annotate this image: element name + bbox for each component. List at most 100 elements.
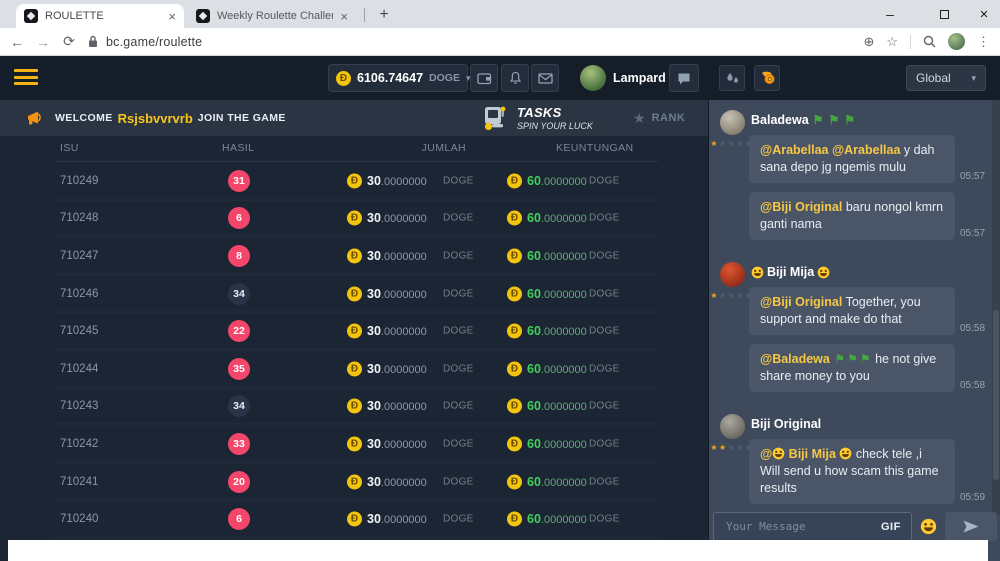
gif-button[interactable]: GIF bbox=[881, 521, 901, 533]
browser-profile-avatar[interactable] bbox=[948, 33, 965, 50]
user-mention[interactable]: Biji Mija bbox=[785, 447, 839, 461]
coin-drop-button[interactable] bbox=[754, 65, 780, 91]
bet-amount-int: 30 bbox=[367, 211, 381, 225]
profit-amount-dec: .0000000 bbox=[541, 289, 587, 301]
bet-amount-dec: .0000000 bbox=[381, 439, 427, 451]
currency-label: DOGE bbox=[443, 514, 474, 525]
profit-amount: 60.0000000 bbox=[527, 209, 587, 227]
table-row[interactable]: 7102486Ð30.0000000DOGEÐ60.0000000DOGE bbox=[0, 200, 708, 238]
rank-widget[interactable]: ★ RANK bbox=[633, 100, 685, 136]
user-mention[interactable]: @Biji Original bbox=[760, 295, 842, 309]
megaphone-icon bbox=[26, 109, 45, 127]
message-input[interactable] bbox=[724, 519, 875, 534]
window-minimize-button[interactable]: – bbox=[870, 0, 910, 28]
table-row[interactable]: 71024233Ð30.0000000DOGEÐ60.0000000DOGE bbox=[0, 425, 708, 463]
user-mention[interactable]: @Baladewa bbox=[760, 352, 833, 366]
browser-menu-icon[interactable]: ⋮ bbox=[977, 34, 990, 50]
scrollbar-thumb[interactable] bbox=[993, 310, 999, 480]
currency-label: DOGE bbox=[443, 175, 474, 186]
chat-user-name[interactable]: Biji Mija bbox=[751, 265, 988, 279]
back-button[interactable]: ← bbox=[4, 34, 30, 50]
star-empty-icon: ★ bbox=[719, 291, 728, 300]
table-row[interactable]: 71024435Ð30.0000000DOGEÐ60.0000000DOGE bbox=[0, 350, 708, 388]
user-mention[interactable]: @ bbox=[760, 447, 772, 461]
chat-toggle-button[interactable] bbox=[669, 64, 699, 92]
round-id: 710245 bbox=[60, 325, 98, 337]
messages-button[interactable] bbox=[531, 64, 559, 92]
currency-label: DOGE bbox=[589, 363, 620, 374]
search-icon[interactable] bbox=[923, 35, 936, 48]
user-mention[interactable]: @Arabellaa bbox=[832, 143, 900, 157]
tab-weekly-challenge[interactable]: Weekly Roulette Challenge - Wi × bbox=[188, 4, 356, 28]
table-row[interactable]: 71024522Ð30.0000000DOGEÐ60.0000000DOGE bbox=[0, 312, 708, 350]
window-maximize-button[interactable] bbox=[924, 0, 964, 28]
user-mention[interactable]: @Arabellaa bbox=[760, 143, 828, 157]
bet-amount-dec: .0000000 bbox=[381, 364, 427, 376]
doge-coin-icon: Ð bbox=[507, 512, 522, 527]
avatar[interactable] bbox=[720, 110, 745, 135]
profit-amount-int: 60 bbox=[527, 362, 541, 376]
chat-scrollbar[interactable] bbox=[992, 100, 1000, 515]
bet-amount-dec: .0000000 bbox=[381, 176, 427, 188]
message-content: Biji Mija @Biji Original Together, you s… bbox=[749, 262, 988, 401]
balance-selector[interactable]: Ð 6106.74647 DOGE ▾ bbox=[328, 64, 468, 92]
username: Lampard bbox=[613, 71, 666, 85]
emoji-picker-button[interactable] bbox=[920, 518, 937, 535]
avatar[interactable] bbox=[580, 65, 606, 91]
table-row[interactable]: 71024334Ð30.0000000DOGEÐ60.0000000DOGE bbox=[0, 388, 708, 426]
chat-bubble: @Baladewa ⚑⚑⚑ he not give share money to… bbox=[749, 344, 955, 392]
chat-user-name[interactable]: Biji Original bbox=[751, 417, 988, 431]
forward-button[interactable]: → bbox=[30, 34, 56, 50]
bubble-row: @Biji Original baru nongol kmrn ganti na… bbox=[749, 192, 988, 240]
bet-amount-dec: .0000000 bbox=[381, 477, 427, 489]
results-table: ISU HASIL JUMLAH KEUNTUNGAN 71024931Ð30.… bbox=[0, 136, 708, 561]
address-bar[interactable]: bc.game/roulette bbox=[88, 35, 202, 49]
reload-button[interactable]: ⟳ bbox=[56, 33, 82, 50]
bookmark-star-icon[interactable]: ☆ bbox=[886, 34, 898, 50]
user-mention[interactable]: @Biji Original bbox=[760, 200, 842, 214]
zoom-icon[interactable]: ⊕ bbox=[863, 34, 874, 50]
table-row[interactable]: 71024931Ð30.0000000DOGEÐ60.0000000DOGE bbox=[0, 162, 708, 200]
green-flag-icon: ⚑ bbox=[844, 113, 855, 127]
currency-label: DOGE bbox=[589, 514, 620, 525]
tab-close-icon[interactable]: × bbox=[168, 10, 176, 23]
profit-amount: 60.0000000 bbox=[527, 473, 587, 491]
bet-amount-dec: .0000000 bbox=[381, 326, 427, 338]
send-button[interactable] bbox=[945, 512, 997, 541]
message-input-box[interactable]: GIF bbox=[713, 512, 912, 541]
star-empty-icon: ★ bbox=[736, 139, 745, 148]
table-row[interactable]: 71024634Ð30.0000000DOGEÐ60.0000000DOGE bbox=[0, 275, 708, 313]
table-row[interactable]: 7102406Ð30.0000000DOGEÐ60.0000000DOGE bbox=[0, 500, 708, 538]
bet-amount-dec: .0000000 bbox=[381, 213, 427, 225]
laughing-emoji-icon bbox=[751, 266, 764, 279]
hamburger-menu-icon[interactable] bbox=[14, 69, 38, 89]
window-close-button[interactable]: × bbox=[964, 0, 1000, 28]
user-menu[interactable]: Lampard ▾ bbox=[580, 65, 677, 91]
notifications-button[interactable] bbox=[501, 64, 529, 92]
table-row[interactable]: 7102478Ð30.0000000DOGEÐ60.0000000DOGE bbox=[0, 237, 708, 275]
result-badge: 8 bbox=[228, 245, 250, 267]
star-empty-icon: ★ bbox=[745, 139, 754, 148]
avatar[interactable] bbox=[720, 414, 745, 439]
avatar[interactable] bbox=[720, 262, 745, 287]
message-content: Biji Original@ Biji Mija check tele ,i W… bbox=[749, 414, 988, 513]
chat-channel-selector[interactable]: Global ▾ bbox=[906, 65, 986, 91]
profit-amount-dec: .0000000 bbox=[541, 176, 587, 188]
tab-roulette[interactable]: ROULETTE × bbox=[16, 4, 184, 28]
user-rating: ★★★★★ bbox=[710, 139, 753, 148]
green-flag-icon: ⚑ bbox=[860, 352, 871, 366]
doge-coin-icon: Ð bbox=[347, 361, 362, 376]
wallet-button[interactable] bbox=[470, 64, 498, 92]
round-id: 710242 bbox=[60, 438, 98, 450]
doge-coin-icon: Ð bbox=[336, 71, 351, 86]
bcgame-favicon bbox=[24, 9, 38, 23]
green-flag-icon: ⚑ bbox=[828, 113, 839, 127]
tasks-widget[interactable]: TASKS SPIN YOUR LUCK bbox=[482, 104, 593, 131]
results-table-header: ISU HASIL JUMLAH KEUNTUNGAN bbox=[0, 136, 708, 162]
chat-user-name[interactable]: Baladewa ⚑⚑⚑ bbox=[751, 113, 988, 127]
rain-button[interactable] bbox=[719, 65, 745, 91]
new-tab-button[interactable]: + bbox=[372, 4, 396, 28]
tab-close-icon[interactable]: × bbox=[340, 10, 348, 23]
star-empty-icon: ★ bbox=[736, 443, 745, 452]
table-row[interactable]: 71024120Ð30.0000000DOGEÐ60.0000000DOGE bbox=[0, 463, 708, 501]
